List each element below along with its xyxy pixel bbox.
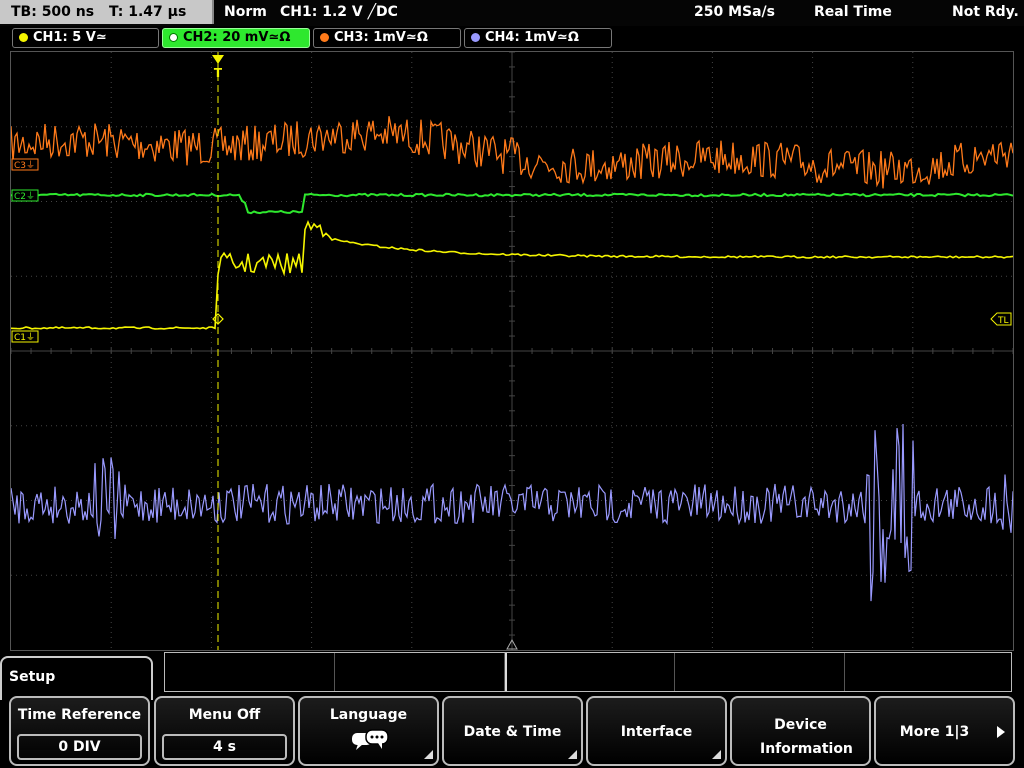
trigger-marker-label: T: [214, 66, 223, 80]
interface-label: Interface: [620, 724, 693, 740]
sample-rate: 250 MSa/s: [694, 4, 776, 20]
ch3-label: CH3: 1mV≃Ω: [334, 30, 428, 45]
acquisition-mode: Real Time: [814, 4, 892, 20]
status-bar: TB: 500 ns T: 1.47 µs Norm CH1: 1.2 V ╱D…: [0, 0, 1024, 26]
time-reference-label: Time Reference: [17, 707, 142, 723]
ch2-color-dot: [169, 33, 178, 42]
ch1-label: CH1: 5 V≃: [33, 30, 107, 45]
submenu-indicator-icon: [568, 750, 577, 759]
ch3-offset-marker[interactable]: C3⏚: [11, 158, 39, 171]
ch4-label: CH4: 1mV≃Ω: [485, 30, 579, 45]
trigger-level-label: TL: [997, 316, 1009, 326]
ch1-color-dot: [19, 33, 28, 42]
time-reference-button[interactable]: Time Reference 0 DIV: [9, 696, 150, 766]
trigger-level-marker[interactable]: TL: [990, 312, 1012, 326]
next-page-arrow-icon: [997, 726, 1005, 738]
more-label: More 1|3: [899, 724, 970, 740]
timebase-display[interactable]: TB: 500 ns T: 1.47 µs: [0, 0, 214, 24]
ch3-marker-label: C3⏚: [14, 160, 35, 171]
trigger-info[interactable]: CH1: 1.2 V ╱DC: [280, 0, 398, 24]
ch1-offset-marker[interactable]: C1⏚: [11, 330, 39, 343]
waveform-canvas: T C3⏚ C2⏚ C1⏚ TL: [11, 52, 1013, 650]
channel-bar: CH1: 5 V≃ CH2: 20 mV≃Ω CH3: 1mV≃Ω CH4: 1…: [0, 26, 1024, 50]
history-strip[interactable]: [164, 652, 1012, 692]
date-time-label: Date & Time: [463, 724, 562, 740]
menu-off-label: Menu Off: [188, 707, 261, 723]
ch1-marker-label: C1⏚: [14, 332, 35, 343]
channel-tab-ch2[interactable]: CH2: 20 mV≃Ω: [162, 28, 310, 48]
menu-off-value: 4 s: [162, 734, 287, 760]
timebase-label: TB: 500 ns: [11, 4, 95, 20]
trigger-mode[interactable]: Norm: [224, 0, 267, 24]
interface-button[interactable]: Interface: [586, 696, 727, 766]
time-reference-value: 0 DIV: [17, 734, 142, 760]
ch4-color-dot: [471, 33, 480, 42]
ch3-color-dot: [320, 33, 329, 42]
language-button[interactable]: Language: [298, 696, 439, 766]
history-cursor: [505, 653, 507, 691]
trigger-time-label: T: 1.47 µs: [108, 4, 187, 20]
menu-off-button[interactable]: Menu Off 4 s: [154, 696, 295, 766]
acquisition-state: Not Rdy.: [952, 4, 1019, 20]
more-button[interactable]: More 1|3: [874, 696, 1015, 766]
waveform-display[interactable]: T C3⏚ C2⏚ C1⏚ TL: [10, 51, 1014, 651]
channel-tab-ch3[interactable]: CH3: 1mV≃Ω: [313, 28, 461, 48]
device-information-button[interactable]: Device Information: [730, 696, 871, 766]
channel-tab-ch4[interactable]: CH4: 1mV≃Ω: [464, 28, 612, 48]
ch2-label: CH2: 20 mV≃Ω: [183, 30, 291, 45]
date-time-button[interactable]: Date & Time: [442, 696, 583, 766]
channel-tab-ch1[interactable]: CH1: 5 V≃: [12, 28, 159, 48]
menu-title: Setup: [9, 669, 56, 685]
speech-bubbles-icon: [352, 729, 389, 750]
submenu-indicator-icon: [424, 750, 433, 759]
device-information-label: Device Information: [760, 717, 853, 757]
trigger-marker[interactable]: T: [212, 55, 224, 80]
submenu-indicator-icon: [712, 750, 721, 759]
softkey-bar: Time Reference 0 DIV Menu Off 4 s Langua…: [0, 694, 1024, 768]
ch2-marker-label: C2⏚: [14, 191, 35, 202]
ch2-offset-marker[interactable]: C2⏚: [11, 189, 39, 202]
language-label: Language: [329, 707, 408, 723]
